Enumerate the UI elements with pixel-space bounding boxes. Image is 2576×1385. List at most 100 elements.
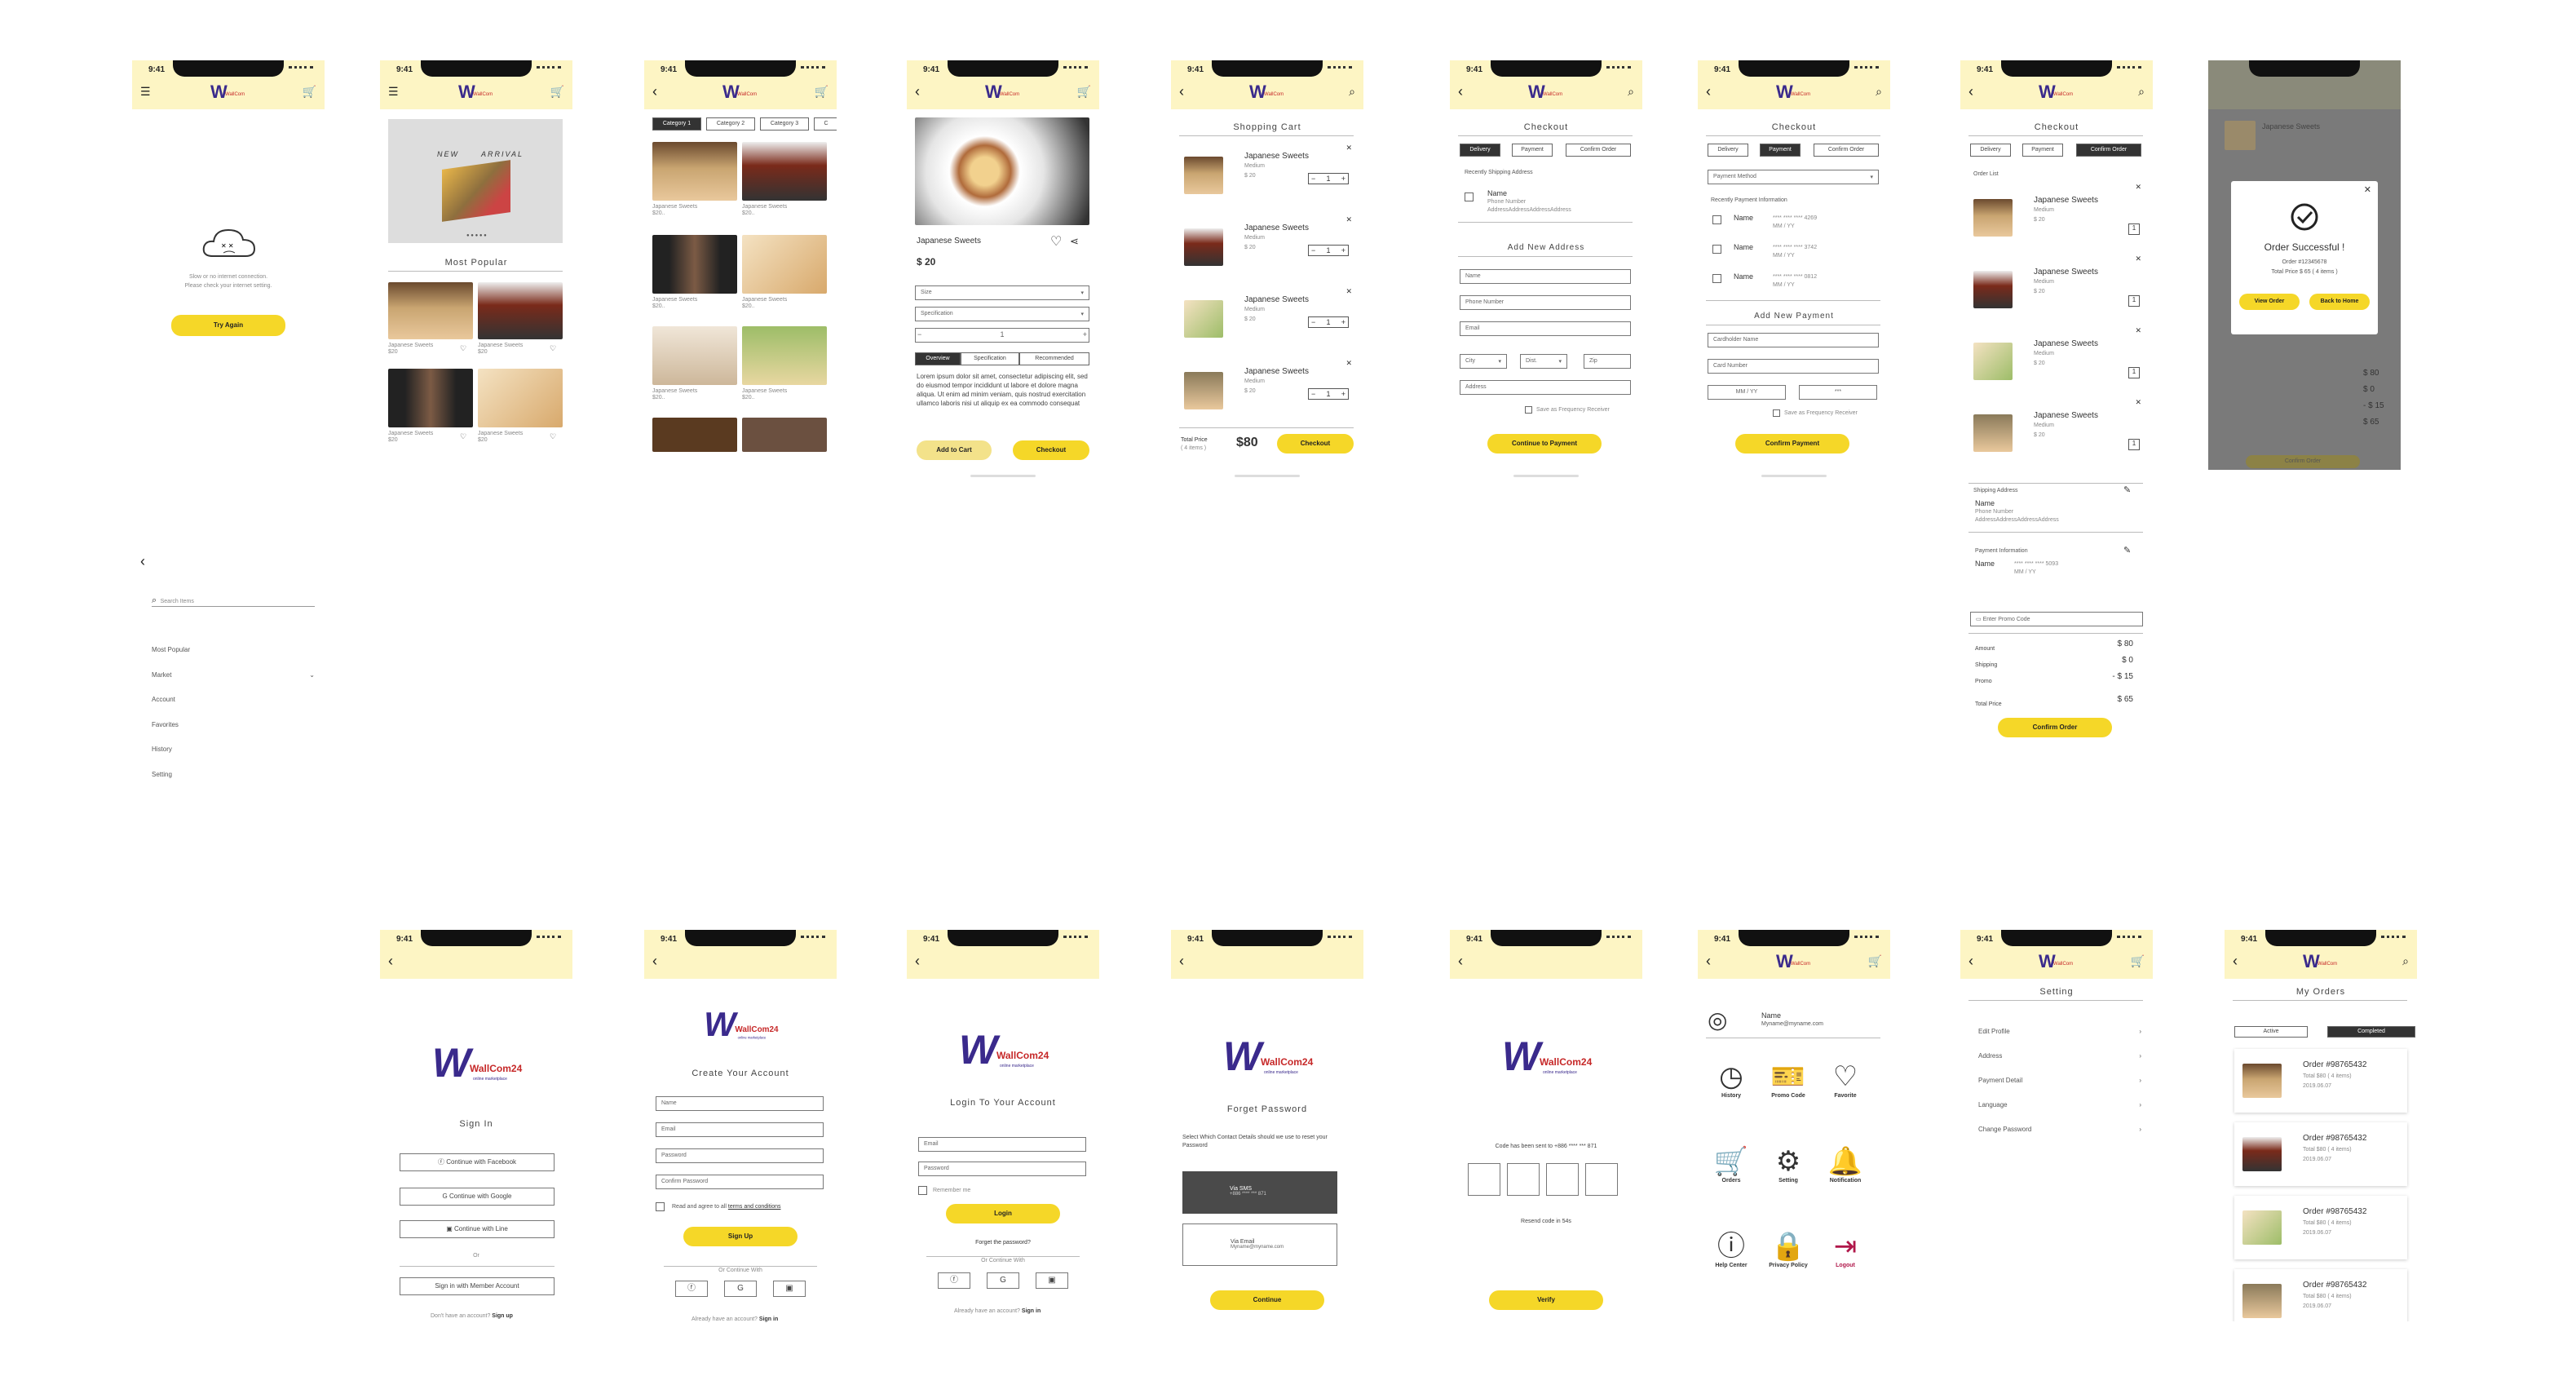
order-card[interactable]: Order #98765432 Total $80 ( 4 items) 201… [2234,1269,2407,1321]
close-icon[interactable]: ✕ [2135,183,2141,192]
account-lock[interactable]: 🔒 Privacy Policy [1760,1230,1817,1268]
card-number-field[interactable]: Card Number [1708,359,1879,374]
back-icon[interactable]: ‹ [915,953,920,969]
back-icon[interactable]: ‹ [1968,953,1973,969]
back-icon[interactable]: ‹ [2233,953,2238,969]
cardholder-field[interactable]: Cardholder Name [1708,333,1879,347]
product-image[interactable] [652,235,737,294]
tab-overview[interactable]: Overview [915,352,961,365]
tab-specification[interactable]: Specification [961,352,1019,365]
facebook-button[interactable]: ⓕ [675,1281,708,1297]
checkout-button[interactable]: Checkout [1277,434,1354,454]
heart-icon[interactable]: ♡ [550,344,556,353]
card-checkbox[interactable] [1712,245,1721,254]
back-icon[interactable]: ‹ [140,553,145,569]
card-checkbox[interactable] [1712,274,1721,283]
city-select[interactable]: City ▾ [1460,354,1507,369]
back-icon[interactable]: ‹ [652,83,657,100]
tab-confirm-order[interactable]: Confirm Order [1814,144,1879,157]
password-field[interactable]: Password [656,1148,824,1163]
saved-card[interactable]: Name **** **** **** 3742 MM / YY [1708,241,1879,266]
setting-item[interactable]: Address › [1978,1052,2141,1064]
back-icon[interactable]: ‹ [1179,83,1184,100]
close-icon[interactable]: ✕ [2135,254,2141,263]
search-icon[interactable]: ⌕ [2138,83,2145,100]
cart-icon[interactable]: 🛒 [815,83,828,100]
setting-item[interactable]: Language › [1978,1101,2141,1113]
tab-category-3[interactable]: Category 3 [760,117,809,131]
close-icon[interactable]: ✕ [1345,215,1352,224]
close-icon[interactable]: ✕ [1345,144,1352,153]
back-icon[interactable]: ‹ [1458,953,1463,969]
setting-item[interactable]: Change Password › [1978,1126,2141,1137]
line-button[interactable]: ▣ [1036,1272,1068,1289]
zip-field[interactable]: Zip [1584,354,1631,369]
tab-confirm-order[interactable]: Confirm Order [2076,144,2141,157]
hamburger-icon[interactable]: ☰ [388,83,399,100]
verify-button[interactable]: Verify [1489,1290,1603,1310]
remember-checkbox[interactable] [918,1186,927,1195]
edit-icon[interactable]: ✎ [2123,485,2131,495]
menu-item-most-popular[interactable]: Most Popular [152,638,315,663]
product-image[interactable] [742,142,827,201]
back-icon[interactable]: ‹ [388,953,393,969]
setting-item[interactable]: Payment Detail › [1978,1077,2141,1088]
continue-to-payment-button[interactable]: Continue to Payment [1487,434,1602,454]
tab-category-4[interactable]: C [814,117,837,131]
avatar[interactable]: ◎ [1708,1007,1727,1033]
close-icon[interactable]: ✕ [2364,184,2371,195]
back-icon[interactable]: ‹ [1179,953,1184,969]
tab-category-2[interactable]: Category 2 [706,117,755,131]
heart-icon[interactable]: ♡ [1050,233,1062,250]
menu-item-market[interactable]: Market ⌄ [152,663,315,688]
cart-item[interactable]: ✕ Japanese Sweets Medium $ 20 −1 + [1179,287,1354,352]
password-field[interactable]: Password [918,1162,1086,1176]
sign-up-button[interactable]: Sign Up [683,1227,798,1246]
via-sms-option[interactable]: Via SMS +886 **** *** 871 [1182,1171,1337,1214]
quantity-stepper[interactable]: −1 + [1308,388,1349,400]
payment-method-select[interactable]: Payment Method ▾ [1708,170,1879,184]
google-button[interactable]: G [987,1272,1019,1289]
line-button[interactable]: ▣ [773,1281,806,1297]
code-digit-input[interactable] [1468,1163,1500,1196]
cart-icon[interactable]: 🛒 [1077,83,1091,100]
promo-code-field[interactable]: ▭ Enter Promo Code [1970,612,2143,626]
tab-confirm-order[interactable]: Confirm Order [1566,144,1631,157]
share-icon[interactable]: ⋖ [1070,235,1079,248]
confirm-password-field[interactable]: Confirm Password [656,1175,824,1189]
product-image[interactable] [742,326,827,385]
cart-icon[interactable]: 🛒 [2131,953,2145,969]
order-card[interactable]: Order #98765432 Total $80 ( 4 items) 201… [2234,1196,2407,1259]
quantity-stepper[interactable]: −1 + [915,328,1089,343]
product-image[interactable] [388,282,473,339]
terms-link[interactable]: terms and conditions [728,1204,781,1210]
dist-select[interactable]: Dist. ▾ [1520,354,1567,369]
tab-payment[interactable]: Payment [1512,144,1553,157]
order-card[interactable]: Order #98765432 Total $80 ( 4 items) 201… [2234,1049,2407,1113]
view-order-button[interactable]: View Order [2239,294,2300,310]
back-to-home-button[interactable]: Back to Home [2309,294,2370,310]
continue-button[interactable]: Continue [1210,1290,1324,1310]
add-to-cart-button[interactable]: Add to Cart [917,440,992,460]
name-field[interactable]: Name [1460,269,1631,284]
cart-item[interactable]: ✕ Japanese Sweets Medium $ 20 −1 + [1179,359,1354,424]
saved-card[interactable]: Name **** **** **** 4269 MM / YY [1708,212,1879,237]
search-bar[interactable]: ⌕ Search Items [152,592,315,607]
address-field[interactable]: Address [1460,380,1631,395]
menu-item-history[interactable]: History [152,737,315,763]
menu-item-account[interactable]: Account [152,688,315,713]
save-frequency-checkbox[interactable] [1525,406,1532,414]
tab-payment[interactable]: Payment [1760,144,1801,157]
account-info[interactable]: ⓘ Help Center [1703,1230,1760,1268]
tab-completed[interactable]: Completed [2327,1026,2415,1038]
email-field[interactable]: Email [656,1122,824,1137]
cart-icon[interactable]: 🛒 [550,83,564,100]
confirm-payment-button[interactable]: Confirm Payment [1735,434,1849,454]
back-icon[interactable]: ‹ [1968,83,1973,100]
size-select[interactable]: Size ▾ [915,285,1089,300]
heart-icon[interactable]: ♡ [460,432,466,441]
cart-icon[interactable]: 🛒 [303,83,316,100]
facebook-button[interactable]: ⓕ Continue with Facebook [400,1153,555,1171]
terms-checkbox[interactable] [656,1202,665,1211]
signin-link[interactable]: Sign in [759,1316,778,1322]
